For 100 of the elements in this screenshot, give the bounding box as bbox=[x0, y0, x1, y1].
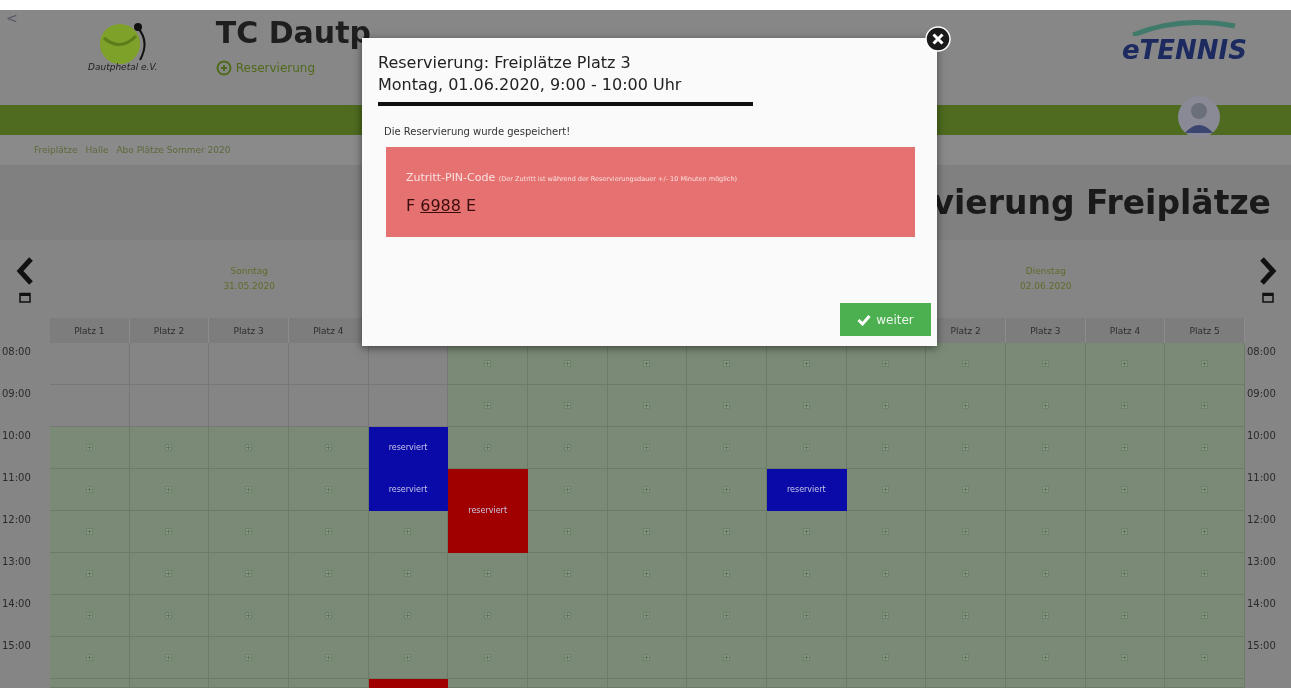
plus-icon bbox=[1201, 612, 1209, 619]
time-label: 08:00 bbox=[1246, 345, 1277, 359]
plus-icon bbox=[165, 570, 173, 577]
plus-icon bbox=[1201, 654, 1209, 661]
plus-icon bbox=[643, 570, 651, 577]
plus-icon bbox=[1121, 444, 1129, 451]
plus-icon bbox=[802, 612, 810, 619]
pin-code-prefix: F bbox=[406, 196, 416, 215]
plus-icon bbox=[85, 612, 93, 619]
plus-icon bbox=[802, 402, 810, 409]
plus-icon bbox=[404, 612, 412, 619]
time-label: 13:00 bbox=[1, 555, 32, 569]
court-header: Platz 3 bbox=[209, 318, 289, 343]
plus-icon bbox=[1201, 528, 1209, 535]
reserved-slot[interactable]: reserviert bbox=[368, 427, 449, 469]
plus-icon bbox=[85, 570, 93, 577]
dialog-title: Reservierung: Freiplätze Platz 3 bbox=[378, 52, 632, 74]
plus-icon bbox=[165, 528, 173, 535]
continue-button[interactable]: weiter bbox=[840, 303, 931, 336]
plus-icon bbox=[1121, 612, 1129, 619]
plus-icon bbox=[85, 654, 93, 661]
plus-icon bbox=[962, 360, 970, 367]
free-slot[interactable] bbox=[448, 343, 528, 385]
plus-icon bbox=[882, 444, 890, 451]
breadcrumb-link[interactable]: Freiplätze bbox=[34, 145, 78, 155]
page-title: vierung Freiplätze bbox=[932, 183, 1271, 222]
plus-icon bbox=[85, 444, 93, 451]
time-label: 08:00 bbox=[1, 345, 32, 359]
plus-icon bbox=[802, 654, 810, 661]
time-label: 14:00 bbox=[1246, 597, 1277, 611]
plus-icon bbox=[1041, 570, 1049, 577]
time-label: 14:00 bbox=[1, 597, 32, 611]
plus-icon bbox=[723, 402, 731, 409]
time-label: 13:00 bbox=[1246, 555, 1277, 569]
plus-icon bbox=[1041, 528, 1049, 535]
plus-icon bbox=[802, 570, 810, 577]
plus-icon bbox=[1121, 570, 1129, 577]
plus-icon bbox=[324, 486, 332, 493]
plus-icon bbox=[1201, 444, 1209, 451]
plus-icon bbox=[962, 528, 970, 535]
plus-icon bbox=[324, 612, 332, 619]
plus-icon bbox=[324, 570, 332, 577]
plus-icon bbox=[85, 528, 93, 535]
time-label: 09:00 bbox=[1, 387, 32, 401]
plus-icon bbox=[882, 654, 890, 661]
plus-icon bbox=[802, 360, 810, 367]
plus-icon bbox=[404, 570, 412, 577]
plus-icon bbox=[165, 444, 173, 451]
calendar-icon[interactable] bbox=[19, 291, 31, 303]
free-slot[interactable] bbox=[687, 343, 767, 385]
plus-icon bbox=[484, 360, 492, 367]
plus-icon bbox=[1041, 654, 1049, 661]
plus-icon bbox=[245, 570, 253, 577]
plus-icon bbox=[723, 486, 731, 493]
plus-icon bbox=[643, 402, 651, 409]
plus-icon bbox=[643, 654, 651, 661]
plus-icon bbox=[1041, 486, 1049, 493]
reserved-slot[interactable] bbox=[368, 679, 449, 688]
reserved-slot[interactable]: reserviert bbox=[767, 469, 847, 511]
club-name: TC Dautp bbox=[215, 14, 371, 52]
close-icon[interactable] bbox=[925, 26, 951, 52]
reserved-slot[interactable]: reserviert bbox=[448, 469, 528, 553]
plus-icon bbox=[1041, 444, 1049, 451]
plus-icon bbox=[1121, 528, 1129, 535]
plus-icon bbox=[245, 654, 253, 661]
plus-icon bbox=[1041, 402, 1049, 409]
breadcrumb-link[interactable]: Halle bbox=[85, 145, 109, 155]
plus-icon bbox=[1201, 570, 1209, 577]
plus-icon bbox=[484, 654, 492, 661]
plus-icon bbox=[723, 444, 731, 451]
pin-code-suffix: E bbox=[465, 196, 477, 215]
plus-icon bbox=[1041, 360, 1049, 367]
reserved-slot[interactable]: reserviert bbox=[368, 469, 449, 511]
plus-icon bbox=[563, 528, 571, 535]
plus-icon bbox=[563, 444, 571, 451]
time-label: 09:00 bbox=[1246, 387, 1277, 401]
plus-icon bbox=[723, 528, 731, 535]
plus-icon bbox=[563, 486, 571, 493]
plus-icon bbox=[484, 444, 492, 451]
plus-icon bbox=[962, 402, 970, 409]
time-label: 12:00 bbox=[1, 513, 32, 527]
brand-logo: eTENNIS bbox=[1121, 36, 1247, 64]
logo-text: Dautphetal e.V. bbox=[88, 62, 158, 72]
reservation-link[interactable]: Reservierung bbox=[215, 60, 316, 76]
breadcrumb-link[interactable]: Abo Plätze Sommer 2020 bbox=[116, 145, 231, 155]
plus-icon bbox=[643, 612, 651, 619]
plus-icon bbox=[484, 402, 492, 409]
calendar-icon[interactable] bbox=[1262, 291, 1274, 303]
plus-icon bbox=[643, 528, 651, 535]
plus-icon bbox=[1121, 360, 1129, 367]
plus-icon bbox=[324, 444, 332, 451]
back-link[interactable]: < bbox=[6, 10, 18, 26]
plus-icon bbox=[723, 360, 731, 367]
time-label: 12:00 bbox=[1246, 513, 1277, 527]
plus-icon bbox=[643, 360, 651, 367]
plus-icon bbox=[723, 612, 731, 619]
time-label: 15:00 bbox=[1246, 639, 1277, 653]
plus-icon bbox=[962, 612, 970, 619]
date-label: 31.05.2020 bbox=[223, 280, 275, 293]
plus-icon bbox=[404, 654, 412, 661]
